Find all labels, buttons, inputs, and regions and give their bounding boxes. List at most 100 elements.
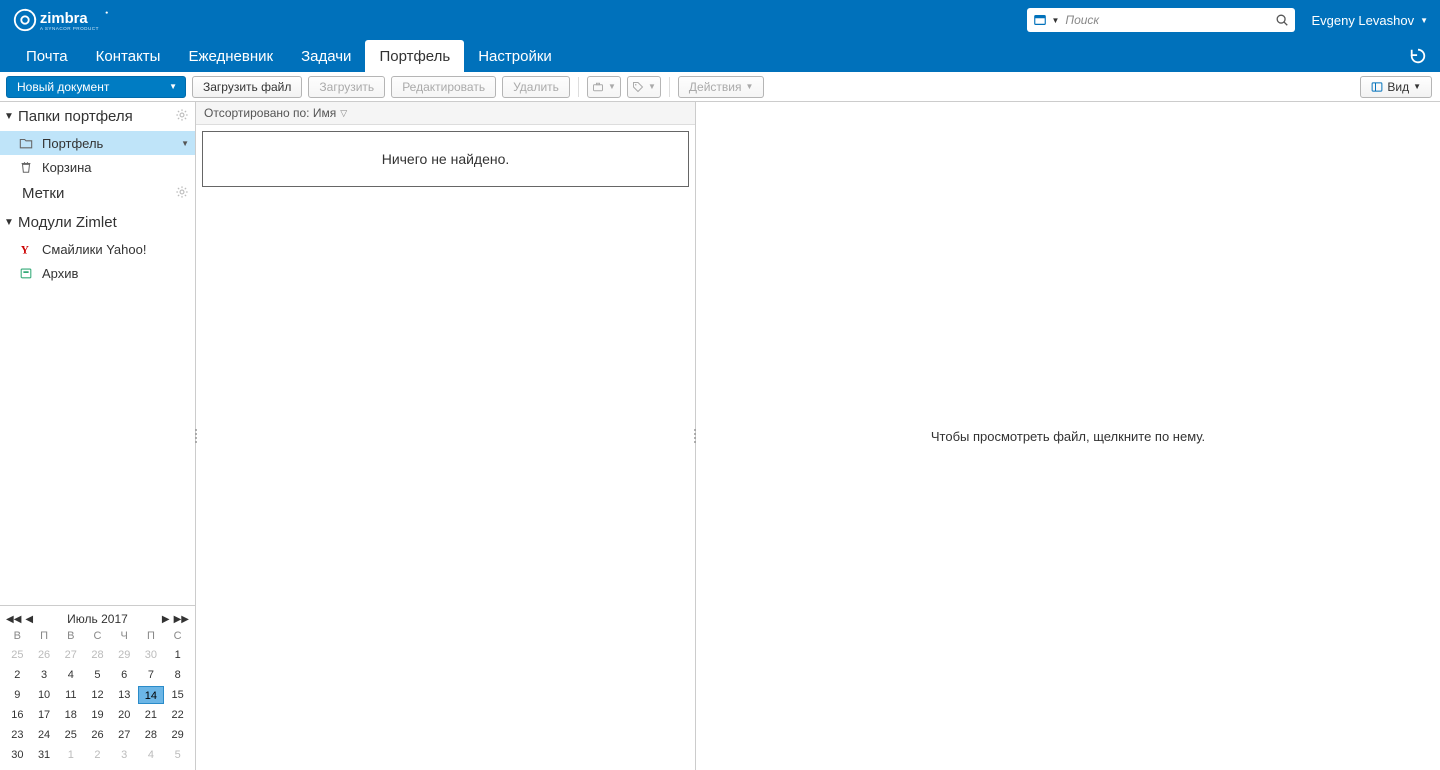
calendar-day[interactable]: 4 [57, 666, 84, 684]
calendar-day[interactable]: 25 [4, 646, 31, 664]
calendar-day[interactable]: 11 [57, 686, 84, 704]
calendar-day[interactable]: 14 [138, 686, 165, 704]
delete-button: Удалить [502, 76, 570, 98]
zimlets-title: Модули Zimlet [18, 214, 117, 231]
chevron-down-icon[interactable]: ▼ [1051, 16, 1059, 25]
chevron-down-icon: ▼ [648, 82, 656, 91]
calendar-day[interactable]: 1 [57, 746, 84, 764]
chevron-down-icon[interactable]: ▼ [181, 139, 189, 148]
upload-file-button[interactable]: Загрузить файл [192, 76, 302, 98]
chevron-down-icon: ▼ [169, 82, 177, 91]
search-icon[interactable] [1275, 13, 1289, 27]
refresh-icon[interactable] [1408, 46, 1428, 66]
tab-settings[interactable]: Настройки [464, 40, 566, 72]
download-button: Загрузить [308, 76, 385, 98]
sidebar-item-briefcase[interactable]: Портфель ▼ [0, 131, 195, 155]
trash-icon [18, 159, 34, 175]
new-document-button[interactable]: Новый документ ▼ [6, 76, 186, 98]
gear-icon[interactable] [175, 108, 189, 126]
tab-briefcase[interactable]: Портфель [365, 40, 464, 72]
calendar-day[interactable]: 22 [164, 706, 191, 724]
preview-panel: Чтобы просмотреть файл, щелкните по нему… [696, 102, 1440, 770]
calendar-day[interactable]: 1 [164, 646, 191, 664]
tab-contacts[interactable]: Контакты [82, 40, 175, 72]
calendar-day[interactable]: 12 [84, 686, 111, 704]
calendar-day[interactable]: 23 [4, 726, 31, 744]
calendar-dow: П [138, 630, 165, 644]
calendar-title[interactable]: Июль 2017 [67, 612, 128, 626]
calendar-dow: С [84, 630, 111, 644]
sidebar-item-trash[interactable]: Корзина [0, 155, 195, 179]
briefcase-toolbar: Новый документ ▼ Загрузить файл Загрузит… [0, 72, 1440, 102]
calendar-day[interactable]: 21 [138, 706, 165, 724]
calendar-dow: Ч [111, 630, 138, 644]
calendar-day[interactable]: 3 [111, 746, 138, 764]
calendar-day[interactable]: 25 [57, 726, 84, 744]
app-header: zimbra A SYNACOR PRODUCT ▼ Evgeny Levash… [0, 0, 1440, 40]
tab-mail[interactable]: Почта [12, 40, 82, 72]
archive-icon [18, 265, 34, 281]
calendar-day[interactable]: 17 [31, 706, 58, 724]
collapse-icon[interactable]: ▼ [4, 217, 14, 228]
sidebar-section-folders[interactable]: ▼ Папки портфеля [0, 102, 195, 131]
calendar-day[interactable]: 27 [57, 646, 84, 664]
sidebar-item-zimlet-yahoo[interactable]: Y Смайлики Yahoo! [0, 237, 195, 261]
toolbar-separator [578, 77, 579, 97]
user-menu[interactable]: Evgeny Levashov ▼ [1311, 13, 1428, 28]
preview-prompt: Чтобы просмотреть файл, щелкните по нему… [931, 429, 1205, 444]
calendar-day[interactable]: 24 [31, 726, 58, 744]
calendar-day[interactable]: 30 [138, 646, 165, 664]
cal-next-year-icon[interactable]: ▶▶ [174, 614, 189, 625]
calendar-day[interactable]: 9 [4, 686, 31, 704]
sidebar-splitter[interactable] [192, 422, 200, 450]
calendar-day[interactable]: 30 [4, 746, 31, 764]
calendar-day[interactable]: 29 [164, 726, 191, 744]
cal-prev-year-icon[interactable]: ◀◀ [6, 614, 21, 625]
sidebar-item-label: Архив [42, 266, 78, 281]
calendar-day[interactable]: 10 [31, 686, 58, 704]
svg-text:Y: Y [21, 244, 29, 256]
calendar-day[interactable]: 27 [111, 726, 138, 744]
calendar-day[interactable]: 28 [138, 726, 165, 744]
calendar-day[interactable]: 15 [164, 686, 191, 704]
calendar-day[interactable]: 13 [111, 686, 138, 704]
calendar-day[interactable]: 26 [84, 726, 111, 744]
calendar-day[interactable]: 3 [31, 666, 58, 684]
calendar-day[interactable]: 31 [31, 746, 58, 764]
calendar-day[interactable]: 5 [84, 666, 111, 684]
calendar-day[interactable]: 7 [138, 666, 165, 684]
calendar-day[interactable]: 4 [138, 746, 165, 764]
calendar-day[interactable]: 28 [84, 646, 111, 664]
toolbar-separator [669, 77, 670, 97]
collapse-icon[interactable]: ▼ [4, 111, 14, 122]
gear-icon[interactable] [175, 185, 189, 203]
calendar-day[interactable]: 6 [111, 666, 138, 684]
sidebar-section-zimlets[interactable]: ▼ Модули Zimlet [0, 208, 195, 237]
brand-logo: zimbra A SYNACOR PRODUCT [12, 6, 142, 34]
sort-bar[interactable]: Отсортировано по: Имя ▽ [196, 102, 695, 125]
calendar-day[interactable]: 8 [164, 666, 191, 684]
view-menu-button[interactable]: Вид ▼ [1360, 76, 1432, 98]
calendar-day[interactable]: 26 [31, 646, 58, 664]
search-box[interactable]: ▼ [1027, 8, 1295, 32]
sidebar-section-tags[interactable]: Метки [0, 179, 195, 208]
calendar-day[interactable]: 16 [4, 706, 31, 724]
calendar-dow: В [57, 630, 84, 644]
calendar-day[interactable]: 18 [57, 706, 84, 724]
calendar-day[interactable]: 29 [111, 646, 138, 664]
calendar-day[interactable]: 2 [84, 746, 111, 764]
sidebar-item-zimlet-archive[interactable]: Архив [0, 261, 195, 285]
calendar-day[interactable]: 20 [111, 706, 138, 724]
calendar-day[interactable]: 2 [4, 666, 31, 684]
cal-next-month-icon[interactable]: ▶ [162, 614, 170, 625]
calendar-day[interactable]: 5 [164, 746, 191, 764]
cal-prev-month-icon[interactable]: ◀ [25, 614, 33, 625]
chevron-down-icon: ▼ [608, 82, 616, 91]
tab-tasks[interactable]: Задачи [287, 40, 365, 72]
calendar-day[interactable]: 19 [84, 706, 111, 724]
sort-direction-icon[interactable]: ▽ [340, 108, 347, 119]
mini-calendar: ◀◀ ◀ Июль 2017 ▶ ▶▶ ВПВСЧПС2526272829301… [0, 605, 195, 770]
tab-calendar[interactable]: Ежедневник [174, 40, 287, 72]
search-input[interactable] [1065, 13, 1275, 27]
search-scope-icon[interactable] [1033, 13, 1047, 27]
